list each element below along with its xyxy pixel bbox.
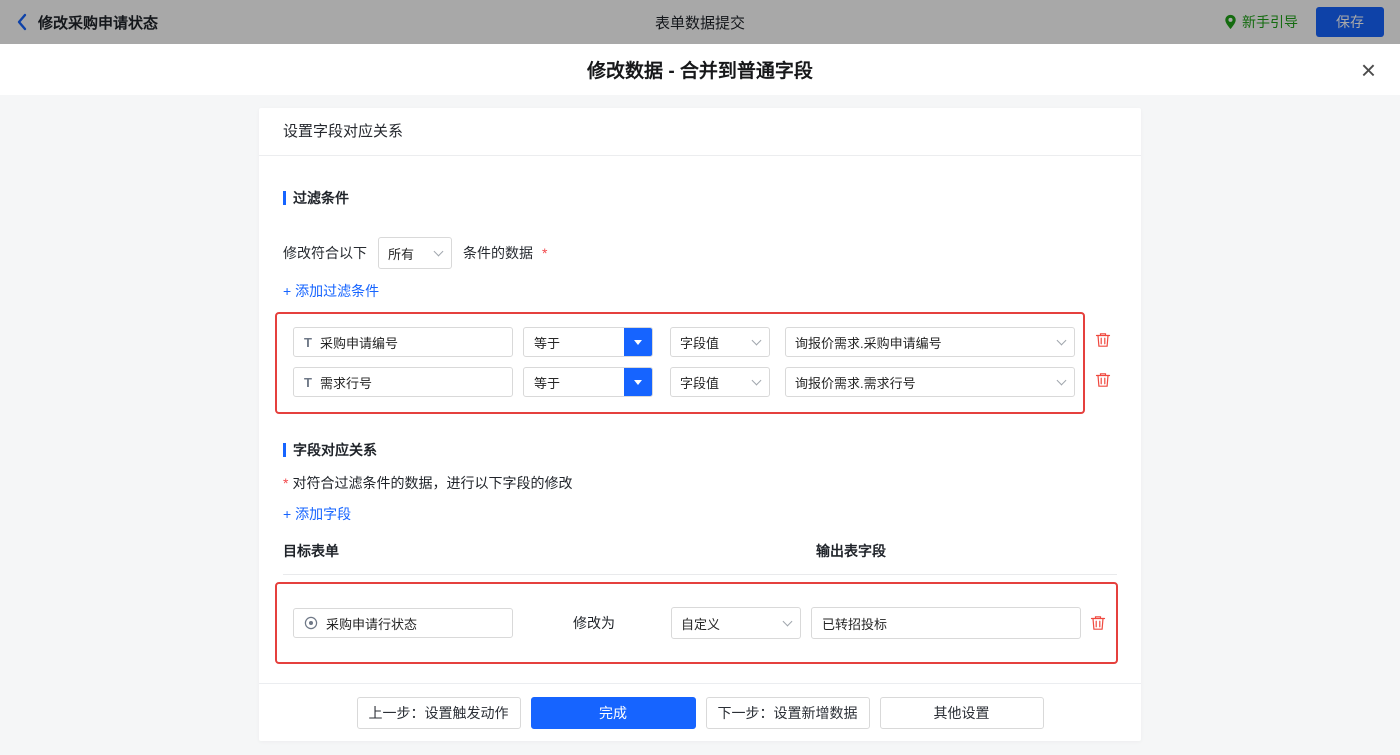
add-filter-condition-link[interactable]: + 添加过滤条件	[283, 281, 379, 301]
workflow-title: 修改采购申请状态	[38, 14, 159, 32]
modal-header: 修改数据 - 合并到普通字段 ×	[0, 44, 1400, 95]
operator-dropdown-button[interactable]	[624, 328, 652, 356]
close-icon[interactable]: ×	[1361, 57, 1376, 83]
settings-card: 设置字段对应关系 过滤条件 修改符合以下 所有 条件的数据 * + 添加过滤条件	[259, 108, 1141, 741]
operator-select[interactable]: 等于	[523, 367, 653, 397]
done-button[interactable]: 完成	[530, 697, 696, 729]
delete-row-icon[interactable]	[1094, 331, 1112, 349]
filter-field-input[interactable]: T 需求行号	[293, 367, 513, 397]
mapping-description: * 对符合过滤条件的数据，进行以下字段的修改	[283, 475, 573, 491]
section-bar	[283, 443, 286, 457]
value-type-select[interactable]: 字段值	[670, 327, 770, 357]
chevron-down-icon	[1056, 375, 1067, 385]
other-settings-button[interactable]: 其他设置	[879, 697, 1044, 729]
beginner-guide-label: 新手引导	[1242, 14, 1298, 30]
next-step-button[interactable]: 下一步：设置新增数据	[705, 697, 870, 729]
filter-field-input[interactable]: T 采购申请编号	[293, 327, 513, 357]
chevron-left-icon	[17, 13, 27, 31]
text-field-icon: T	[304, 374, 312, 390]
prev-step-button[interactable]: 上一步：设置触发动作	[356, 697, 521, 729]
filter-conditions-highlight: T 采购申请编号 等于 字段值 询报价需求.采购申请编号 T 需求行号 等于 字…	[275, 312, 1117, 414]
required-asterisk: *	[283, 475, 289, 491]
value-type-select[interactable]: 字段值	[670, 367, 770, 397]
delete-row-icon[interactable]	[1089, 614, 1107, 632]
mapping-table-headers: 目标表单 输出表字段	[283, 541, 1117, 575]
filter-prefix-label: 修改符合以下	[283, 245, 367, 261]
compare-value-select[interactable]: 询报价需求.需求行号	[785, 367, 1075, 397]
mapping-row-highlight: 采购申请行状态 修改为 自定义 已转招投标	[275, 582, 1118, 664]
filter-row: T 采购申请编号 等于 字段值 询报价需求.采购申请编号	[293, 327, 1083, 357]
filter-suffix-label: 条件的数据	[463, 245, 533, 261]
card-footer: 上一步：设置触发动作 完成 下一步：设置新增数据 其他设置	[259, 683, 1141, 741]
caret-down-icon	[634, 339, 642, 345]
custom-value-input[interactable]: 已转招投标	[811, 607, 1081, 639]
operator-select[interactable]: 等于	[523, 327, 653, 357]
delete-row-icon[interactable]	[1094, 371, 1112, 389]
required-asterisk: *	[542, 245, 548, 261]
section-bar	[283, 191, 286, 205]
match-mode-select[interactable]: 所有	[378, 237, 452, 269]
modal-body: 设置字段对应关系 过滤条件 修改符合以下 所有 条件的数据 * + 添加过滤条件	[0, 108, 1400, 755]
compare-value-select[interactable]: 询报价需求.采购申请编号	[785, 327, 1075, 357]
output-field-header: 输出表字段	[816, 543, 886, 559]
filter-row: T 需求行号 等于 字段值 询报价需求.需求行号	[293, 367, 1083, 397]
modal-title: 修改数据 - 合并到普通字段	[587, 61, 813, 82]
chevron-down-icon	[1056, 335, 1067, 345]
mapping-section-title: 字段对应关系	[283, 440, 1117, 460]
target-form-header: 目标表单	[283, 543, 339, 559]
chevron-down-icon	[782, 616, 793, 626]
modify-to-label: 修改为	[573, 615, 615, 631]
chevron-down-icon	[751, 375, 762, 385]
filter-section-title: 过滤条件	[283, 188, 1117, 208]
mapping-row: 采购申请行状态 修改为 自定义 已转招投标	[275, 582, 1118, 664]
save-button[interactable]: 保存	[1316, 7, 1384, 37]
chevron-down-icon	[751, 335, 762, 345]
text-field-icon: T	[304, 334, 312, 350]
beginner-guide-link[interactable]: 新手引导	[1224, 12, 1298, 32]
card-header-title: 设置字段对应关系	[259, 108, 1141, 156]
radio-field-icon	[304, 616, 318, 630]
value-mode-select[interactable]: 自定义	[671, 607, 801, 639]
back-button[interactable]	[16, 13, 28, 31]
target-field-input[interactable]: 采购申请行状态	[293, 608, 513, 638]
topbar: 修改采购申请状态 表单数据提交 新手引导 保存	[0, 0, 1400, 44]
topbar-node-title: 表单数据提交	[654, 14, 746, 32]
location-pin-icon	[1225, 14, 1236, 29]
add-field-link[interactable]: + 添加字段	[283, 504, 351, 524]
chevron-down-icon	[433, 246, 444, 256]
operator-dropdown-button[interactable]	[624, 368, 652, 396]
caret-down-icon	[634, 379, 642, 385]
